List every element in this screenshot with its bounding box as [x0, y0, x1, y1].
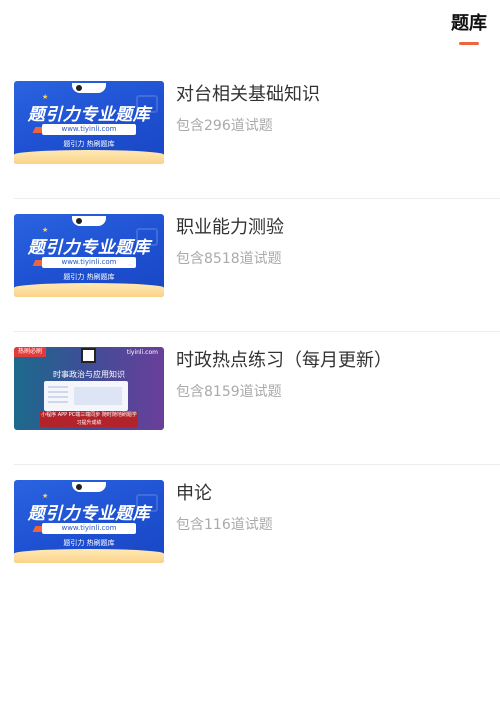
thumbnail-slogan: 题引力 热刷题库	[63, 140, 115, 148]
course-thumbnail[interactable]: ★ 题引力专业题库 www.tiyinli.com 题引力 热刷题库	[14, 480, 164, 563]
logo-badge	[72, 83, 106, 93]
list-item[interactable]: ★ 题引力专业题库 www.tiyinli.com 题引力 热刷题库 职业能力测…	[14, 199, 500, 332]
thumbnail-footer	[14, 150, 164, 164]
logo-badge	[72, 482, 106, 492]
thumbnail-footer	[14, 283, 164, 297]
thumbnail-headline: 时事政治与应用知识	[53, 370, 125, 379]
thumbnail-footer	[14, 549, 164, 563]
thumbnail-url: www.tiyinli.com	[42, 124, 136, 135]
thumbnail-corner-tag: 热刷必刷	[14, 347, 47, 357]
active-tab-indicator	[459, 42, 479, 45]
logo-badge	[72, 216, 106, 226]
course-thumbnail[interactable]: ★ 题引力专业题库 www.tiyinli.com 题引力 热刷题库	[14, 214, 164, 297]
app-screenshot-image	[44, 381, 128, 411]
course-thumbnail[interactable]: ★ 题引力专业题库 www.tiyinli.com 题引力 热刷题库	[14, 81, 164, 164]
item-question-count: 包含8159道试题	[176, 384, 282, 400]
thumbnail-brand: 题引力专业题库	[27, 238, 151, 258]
list-item[interactable]: ★ 题引力专业题库 www.tiyinli.com 题引力 热刷题库 对台相关基…	[14, 66, 500, 199]
item-title[interactable]: 申论	[176, 479, 273, 509]
item-title[interactable]: 职业能力测验	[176, 213, 284, 243]
thumbnail-bottom-banner: 小程序 APP PC端三端同步 随时随地刷题学习提升成绩	[40, 411, 138, 427]
item-question-count: 包含296道试题	[176, 118, 273, 134]
tab-label: 题库	[451, 13, 487, 34]
item-title[interactable]: 对台相关基础知识	[176, 80, 320, 110]
top-tab-bar: 题库	[0, 0, 500, 56]
thumbnail-slogan: 题引力 热刷题库	[63, 273, 115, 281]
item-title[interactable]: 时政热点练习（每月更新）	[176, 346, 392, 376]
tab-question-bank[interactable]: 题库	[448, 10, 490, 45]
item-question-count: 包含8518道试题	[176, 251, 282, 267]
thumbnail-url: www.tiyinli.com	[42, 257, 136, 268]
item-question-count: 包含116道试题	[176, 517, 273, 533]
course-thumbnail[interactable]: 热刷必刷 tiyinli.com 时事政治与应用知识 小程序 APP PC端三端…	[14, 347, 164, 430]
question-bank-list: ★ 题引力专业题库 www.tiyinli.com 题引力 热刷题库 对台相关基…	[14, 66, 500, 598]
list-item[interactable]: ★ 题引力专业题库 www.tiyinli.com 题引力 热刷题库 申论 包含…	[14, 465, 500, 598]
thumbnail-brand: 题引力专业题库	[27, 105, 151, 125]
thumbnail-url: www.tiyinli.com	[42, 523, 136, 534]
list-item[interactable]: 热刷必刷 tiyinli.com 时事政治与应用知识 小程序 APP PC端三端…	[14, 332, 500, 465]
qr-code-icon	[81, 348, 96, 363]
thumbnail-brand: 题引力专业题库	[27, 504, 151, 524]
thumbnail-slogan: 题引力 热刷题库	[63, 539, 115, 547]
thumbnail-site: tiyinli.com	[126, 349, 158, 356]
